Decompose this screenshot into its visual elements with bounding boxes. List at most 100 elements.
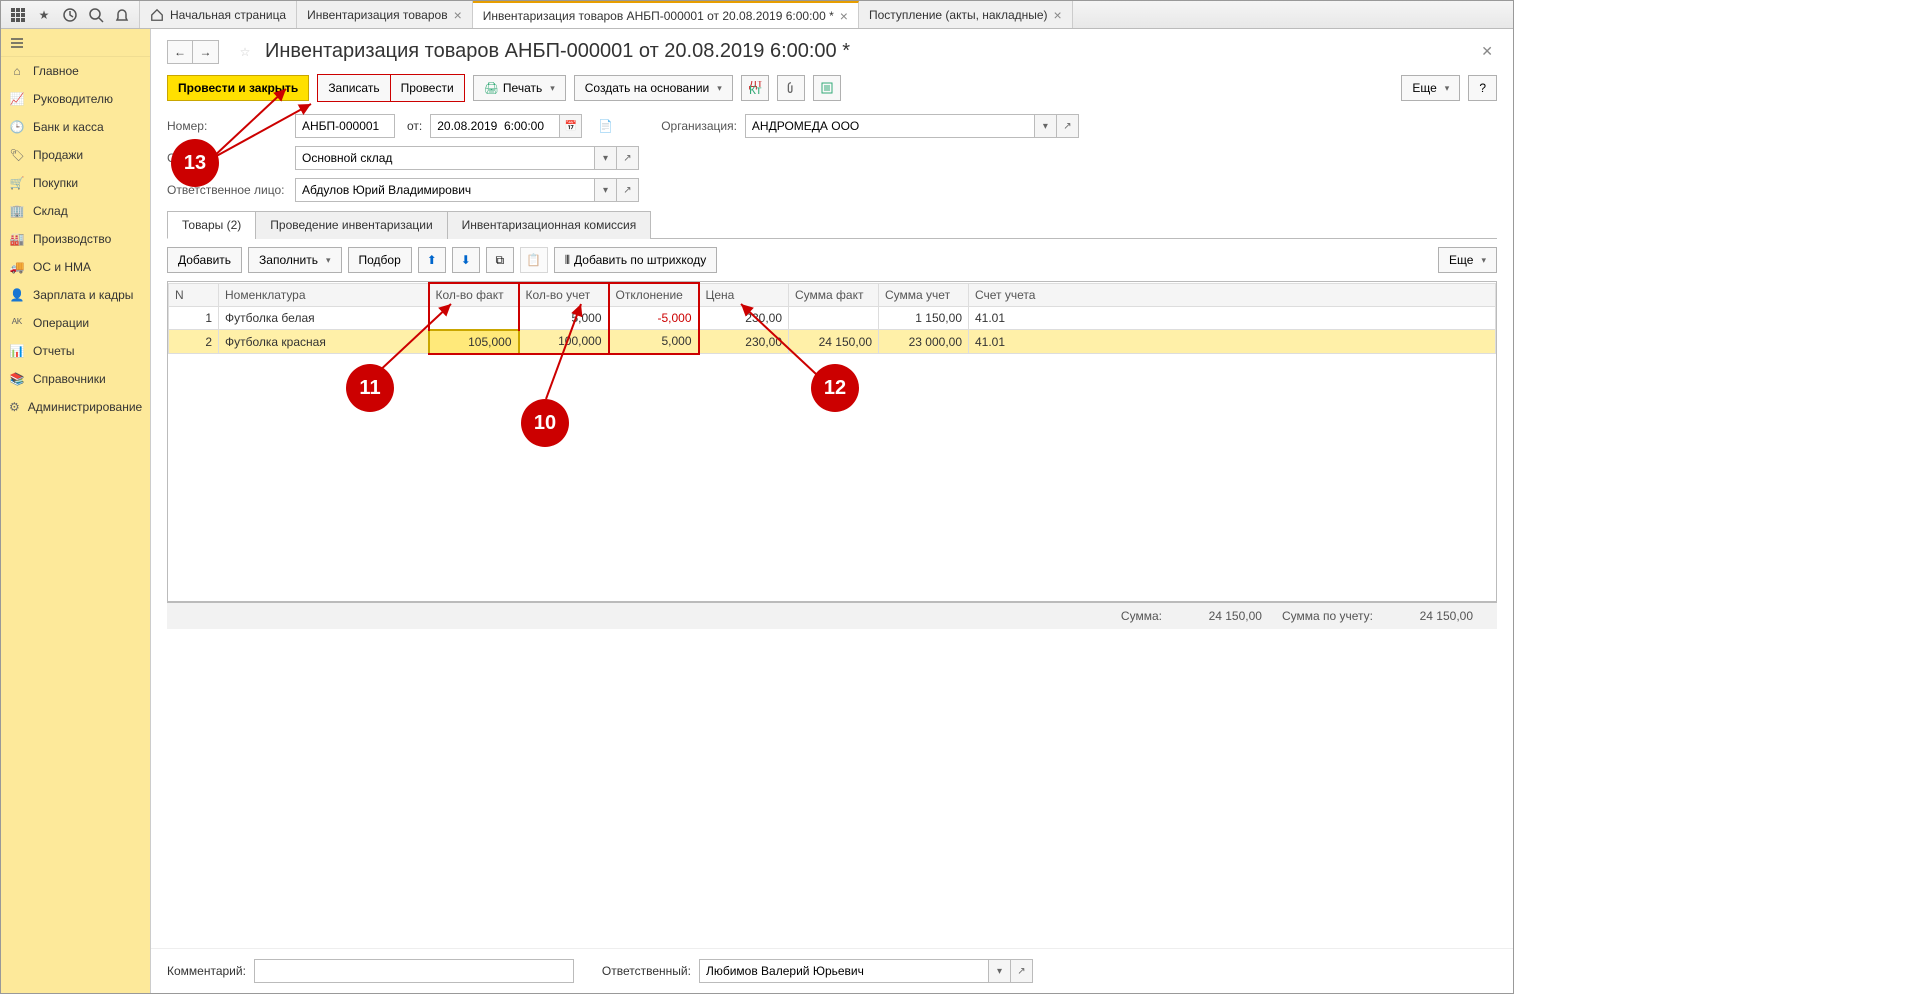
paste-icon[interactable]: 📋: [520, 247, 548, 273]
table-cell[interactable]: [429, 307, 519, 330]
sidebar-item[interactable]: 🚚ОС и НМА: [1, 253, 150, 281]
table-cell[interactable]: 1: [169, 307, 219, 330]
goods-table[interactable]: NНоменклатураКол-во фактКол-во учетОткло…: [168, 282, 1496, 355]
resp-input[interactable]: [699, 959, 989, 983]
sidebar-item[interactable]: 📊Отчеты: [1, 337, 150, 365]
org-input[interactable]: [745, 114, 1035, 138]
history-icon[interactable]: [59, 4, 81, 26]
create-based-button[interactable]: Создать на основании: [574, 75, 733, 101]
column-header[interactable]: N: [169, 283, 219, 307]
dt-dt-icon[interactable]: ДтКт: [741, 75, 769, 101]
table-cell[interactable]: 5,000: [519, 307, 609, 330]
truck-icon: 🚚: [9, 259, 25, 275]
move-up-icon[interactable]: ⬆: [418, 247, 446, 273]
number-input[interactable]: [295, 114, 395, 138]
sidebar-item[interactable]: 👤Зарплата и кадры: [1, 281, 150, 309]
tab[interactable]: Поступление (акты, накладные) ×: [859, 1, 1073, 28]
add-barcode-button[interactable]: ⦀ Добавить по штрихкоду: [554, 247, 717, 273]
column-header[interactable]: Цена: [699, 283, 789, 307]
column-header[interactable]: Кол-во учет: [519, 283, 609, 307]
table-cell[interactable]: 2: [169, 330, 219, 354]
select-button[interactable]: Подбор: [348, 247, 412, 273]
table-cell[interactable]: [789, 307, 879, 330]
resp-dropdown-icon[interactable]: ▾: [989, 959, 1011, 983]
sidebar-item[interactable]: 🏷Продажи: [1, 141, 150, 169]
resp-person-input[interactable]: [295, 178, 595, 202]
sidebar-item[interactable]: 📚Справочники: [1, 365, 150, 393]
table-cell[interactable]: Футболка красная: [219, 330, 429, 354]
move-down-icon[interactable]: ⬇: [452, 247, 480, 273]
fill-button[interactable]: Заполнить: [248, 247, 341, 273]
table-row[interactable]: 2Футболка красная105,000100,0005,000230,…: [169, 330, 1496, 354]
tab[interactable]: Инвентаризация товаров АНБП-000001 от 20…: [473, 1, 859, 28]
more-button[interactable]: Еще: [1401, 75, 1460, 101]
nav-forward-button[interactable]: →: [193, 40, 219, 64]
column-header[interactable]: Сумма факт: [789, 283, 879, 307]
sidebar-item[interactable]: ⌂Главное: [1, 57, 150, 85]
table-cell[interactable]: 230,00: [699, 330, 789, 354]
column-header[interactable]: Счет учета: [969, 283, 1496, 307]
close-button[interactable]: ✕: [1477, 39, 1497, 64]
print-button[interactable]: 🖨Печать: [473, 75, 566, 101]
write-button[interactable]: Записать: [318, 75, 390, 101]
close-icon[interactable]: ×: [840, 8, 848, 24]
apps-icon[interactable]: [7, 4, 29, 26]
table-cell[interactable]: 100,000: [519, 330, 609, 354]
sidebar-item[interactable]: 🛒Покупки: [1, 169, 150, 197]
add-row-button[interactable]: Добавить: [167, 247, 242, 273]
post-button[interactable]: Провести: [391, 75, 464, 101]
table-cell[interactable]: 1 150,00: [879, 307, 969, 330]
close-icon[interactable]: ×: [454, 7, 462, 23]
date-input[interactable]: [430, 114, 560, 138]
sub-tab[interactable]: Инвентаризационная комиссия: [447, 211, 652, 239]
tab-label: Поступление (акты, накладные): [869, 8, 1048, 22]
close-icon[interactable]: ×: [1054, 7, 1062, 23]
column-header[interactable]: Отклонение: [609, 283, 699, 307]
resp-person-open-icon[interactable]: ↗: [617, 178, 639, 202]
table-cell[interactable]: 230,00: [699, 307, 789, 330]
org-dropdown-icon[interactable]: ▾: [1035, 114, 1057, 138]
warehouse-open-icon[interactable]: ↗: [617, 146, 639, 170]
warehouse-input[interactable]: [295, 146, 595, 170]
table-cell[interactable]: -5,000: [609, 307, 699, 330]
sidebar-item[interactable]: 🏭Производство: [1, 225, 150, 253]
table-cell[interactable]: 5,000: [609, 330, 699, 354]
sidebar-item[interactable]: ᴬᴷОперации: [1, 309, 150, 337]
table-cell[interactable]: 24 150,00: [789, 330, 879, 354]
copy-icon[interactable]: ⧉: [486, 247, 514, 273]
calendar-icon[interactable]: 📅: [560, 114, 582, 138]
resp-person-dropdown-icon[interactable]: ▾: [595, 178, 617, 202]
sub-tab[interactable]: Проведение инвентаризации: [255, 211, 447, 239]
sidebar-item[interactable]: 🏢Склад: [1, 197, 150, 225]
sub-tab[interactable]: Товары (2): [167, 211, 256, 239]
search-icon[interactable]: [85, 4, 107, 26]
table-cell[interactable]: Футболка белая: [219, 307, 429, 330]
tab[interactable]: Начальная страница: [140, 1, 297, 28]
resp-open-icon[interactable]: ↗: [1011, 959, 1033, 983]
help-button[interactable]: ?: [1468, 75, 1497, 101]
column-header[interactable]: Номенклатура: [219, 283, 429, 307]
warehouse-dropdown-icon[interactable]: ▾: [595, 146, 617, 170]
sidebar-item[interactable]: 📈Руководителю: [1, 85, 150, 113]
column-header[interactable]: Кол-во факт: [429, 283, 519, 307]
star-icon[interactable]: ★: [33, 4, 55, 26]
org-open-icon[interactable]: ↗: [1057, 114, 1079, 138]
table-cell[interactable]: 105,000: [429, 330, 519, 354]
comment-input[interactable]: [254, 959, 574, 983]
grid-more-button[interactable]: Еще: [1438, 247, 1497, 273]
sidebar-item[interactable]: 🕒Банк и касса: [1, 113, 150, 141]
nav-back-button[interactable]: ←: [167, 40, 193, 64]
hamburger-icon[interactable]: [1, 29, 150, 57]
favorite-star-icon[interactable]: ☆: [233, 40, 257, 64]
table-cell[interactable]: 41.01: [969, 330, 1496, 354]
column-header[interactable]: Сумма учет: [879, 283, 969, 307]
bell-icon[interactable]: [111, 4, 133, 26]
post-and-close-button[interactable]: Провести и закрыть: [167, 75, 309, 101]
table-cell[interactable]: 23 000,00: [879, 330, 969, 354]
sidebar-item[interactable]: ⚙Администрирование: [1, 393, 150, 421]
table-cell[interactable]: 41.01: [969, 307, 1496, 330]
tab[interactable]: Инвентаризация товаров×: [297, 1, 473, 28]
attach-icon[interactable]: [777, 75, 805, 101]
list-icon[interactable]: [813, 75, 841, 101]
table-row[interactable]: 1Футболка белая 5,000-5,000230,00 1 150,00…: [169, 307, 1496, 330]
